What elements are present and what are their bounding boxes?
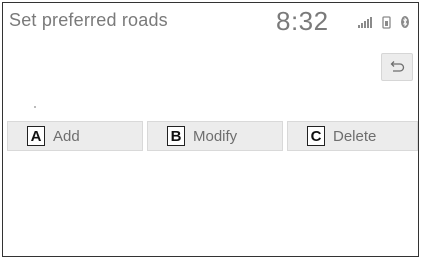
back-arrow-icon [390,61,405,72]
nav-screen: Set preferred roads 8:32 A Add B Modify … [2,2,419,257]
status-icons [358,16,409,29]
add-label: Add [53,127,80,145]
signal-bars-icon [358,17,372,28]
delete-button[interactable]: C Delete [287,121,418,151]
divider-dot [34,106,36,108]
modify-label: Modify [193,127,238,145]
page-title: Set preferred roads [9,10,168,30]
add-button[interactable]: A Add [7,121,143,151]
bluetooth-icon [401,16,409,28]
callout-key-a: A [27,126,45,146]
back-button[interactable] [381,53,413,81]
callout-key-c: C [307,126,325,146]
modify-button[interactable]: B Modify [147,121,283,151]
delete-label: Delete [333,127,377,145]
phone-battery-icon [382,16,391,29]
callout-key-b: B [167,126,185,146]
clock: 8:32 [276,6,329,36]
